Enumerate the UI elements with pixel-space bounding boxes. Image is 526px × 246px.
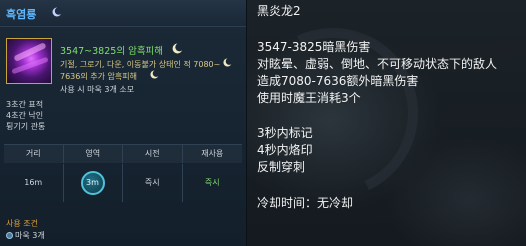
skill-tooltip: 흑염룡 3547~3825의 암흑피해 기절, 그로기, 다운, 이동불가 상태…	[0, 0, 247, 246]
skill-stats-table: 거리 영역 시전 재사용 16m 3m 즉시 즉시	[4, 144, 242, 205]
stat-header-cooldown: 재사용	[182, 145, 242, 163]
translation-line: 3秒内标记	[257, 126, 313, 140]
translation-line: 反制穿刺	[257, 160, 306, 174]
requirement-item: 마욱 3개	[6, 230, 45, 241]
range-circle-icon: 3m	[80, 171, 105, 195]
translation-line: 4秒内烙印	[257, 143, 313, 157]
translation-line: 冷却时间：无冷却	[257, 196, 354, 210]
damage-text: 3547~3825의 암흑피해	[60, 46, 164, 57]
translation-line: 3547-3825暗黑伤害	[257, 40, 371, 54]
translation-line: 造成7080-7636额外暗黑伤害	[257, 74, 419, 88]
effect-mark: 3초간 표적	[6, 100, 44, 109]
stat-header-area: 영역	[63, 145, 123, 163]
description-line-1: 기절, 그로기, 다운, 이동불가 상태인 적 7080~	[60, 60, 221, 69]
stat-value-cast: 즉시	[123, 164, 183, 202]
stat-value-area: 3m	[64, 164, 123, 202]
tooltip-header: 흑염룡	[0, 0, 246, 27]
stat-header-range: 거리	[4, 145, 64, 163]
translation-line: 黑炎龙2	[257, 4, 301, 18]
cost-text: 사용 시 마욱 3개 소모	[60, 85, 135, 94]
stat-value-range: 16m	[4, 164, 64, 202]
moon-crescent-icon	[223, 58, 232, 67]
description-line-2: 7636의 추가 암흑피해	[60, 72, 137, 81]
stat-header-cast: 시전	[123, 145, 183, 163]
moon-crescent-icon	[52, 7, 62, 17]
translation-line: 对眩晕、虚弱、倒地、不可移动状态下的敌人	[257, 57, 498, 71]
area-value: 3m	[86, 178, 99, 187]
stat-value-cooldown: 즉시	[204, 178, 220, 187]
skill-icon[interactable]	[6, 38, 52, 84]
requirement-orb-icon	[6, 232, 13, 239]
requirement-text: 마욱 3개	[15, 231, 45, 240]
requirement-label: 사용 조건	[6, 219, 38, 228]
moon-crescent-icon	[172, 43, 183, 54]
skill-title: 흑염룡	[6, 8, 37, 21]
effect-pierce: 튕기기 관통	[6, 122, 46, 131]
moon-crescent-icon	[150, 70, 159, 79]
translation-line: 使用时魔王消耗3个	[257, 91, 361, 105]
effect-brand: 4초간 낙인	[6, 111, 44, 120]
